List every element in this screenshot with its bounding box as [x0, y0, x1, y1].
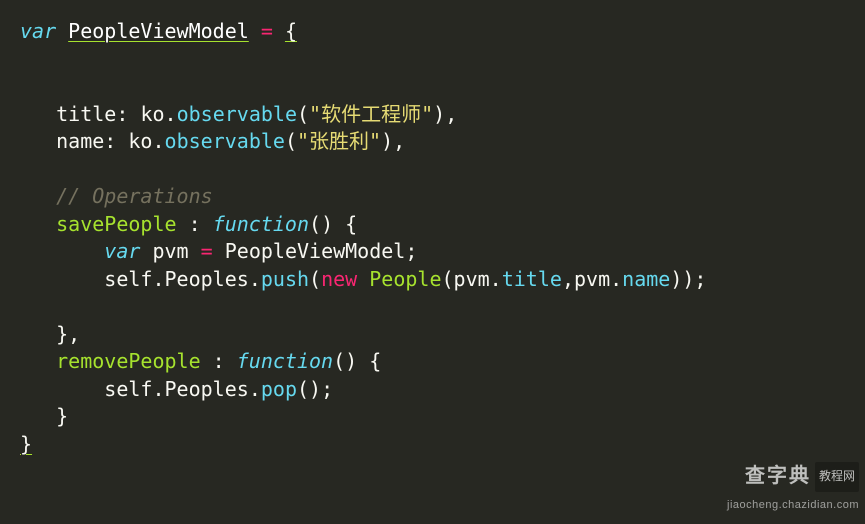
id-peoples: Peoples [165, 267, 249, 291]
kw-new: new [321, 267, 357, 291]
str-name: "张胜利" [297, 129, 381, 153]
kw-var: var [20, 19, 56, 43]
comment-operations: // Operations [56, 184, 213, 208]
pun-lbrace: { [285, 19, 297, 43]
code-block: var PeopleViewModel = { title: ko.observ… [0, 0, 865, 476]
prop-savepeople: savePeople [56, 212, 176, 236]
fn-observable: observable [177, 102, 297, 126]
prop-name2: name [622, 267, 670, 291]
id-peopleviewmodel: PeopleViewModel [68, 19, 249, 43]
fn-push: push [261, 267, 309, 291]
watermark-url: jiaocheng.chazidian.com [727, 492, 859, 520]
watermark: 查字典教程网 jiaocheng.chazidian.com [727, 462, 859, 519]
id-ko: ko [140, 102, 164, 126]
id-pvm: pvm [152, 239, 188, 263]
watermark-tag: 教程网 [815, 462, 859, 492]
prop-title2: title [502, 267, 562, 291]
watermark-brand: 查字典 [745, 465, 811, 487]
fn-pop: pop [261, 377, 297, 401]
id-self: self [104, 267, 152, 291]
cls-people: People [369, 267, 441, 291]
op-eq: = [261, 19, 273, 43]
prop-name: name [56, 129, 104, 153]
str-title: "软件工程师" [309, 102, 433, 126]
pun-rbrace: } [20, 432, 32, 456]
prop-title: title [56, 102, 116, 126]
kw-function: function [213, 212, 309, 236]
prop-removepeople: removePeople [56, 349, 201, 373]
